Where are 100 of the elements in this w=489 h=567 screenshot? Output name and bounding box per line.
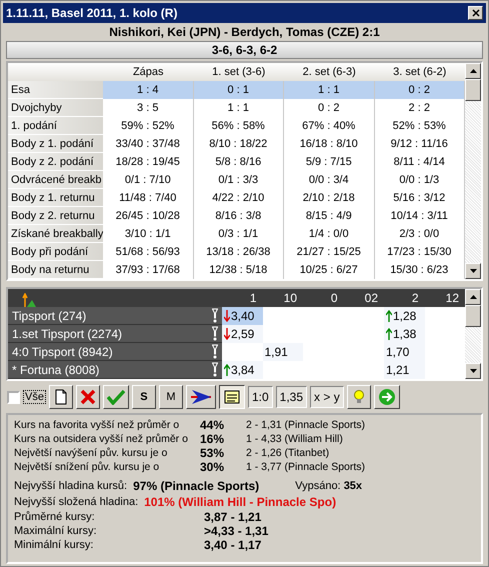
- odds-cell[interactable]: 1,91: [262, 343, 303, 361]
- odds-column-header[interactable]: 10: [262, 289, 303, 307]
- table-cell: 52% : 53%: [374, 117, 465, 135]
- row-label[interactable]: Dvojchyby: [8, 99, 103, 117]
- table-cell: 0/0 : 1/3: [374, 171, 465, 189]
- odds-column-header[interactable]: 2: [384, 289, 424, 307]
- scrollbar-thumb[interactable]: [465, 79, 481, 101]
- notepad-icon: [222, 389, 241, 405]
- odds-column-header[interactable]: 12: [424, 289, 465, 307]
- summary-detail: 1 - 4,33 (William Hill): [246, 433, 344, 445]
- odds-cell[interactable]: 1,38: [384, 325, 424, 343]
- toolbar-field[interactable]: 1:0: [248, 386, 273, 408]
- close-icon: [472, 9, 480, 17]
- summary-label: Největší snížení pův. kursu je o: [14, 461, 160, 473]
- down-arrow-icon: [224, 310, 230, 322]
- chart-arrow-icon[interactable]: [22, 293, 36, 307]
- bookmaker-name: Tipsport (274): [12, 308, 86, 322]
- scroll-up-button[interactable]: [465, 63, 481, 79]
- summary-detail: 1 - 3,77 (Pinnacle Sports): [246, 461, 366, 473]
- odds-column-header[interactable]: 0: [303, 289, 344, 307]
- scroll-down-button[interactable]: [465, 363, 481, 379]
- up-arrow-icon: [386, 328, 392, 340]
- row-label[interactable]: Odvrácené breakb: [8, 171, 103, 189]
- toolbar-field[interactable]: x > y: [310, 386, 344, 408]
- row-label[interactable]: 1. podání: [8, 117, 103, 135]
- row-label[interactable]: Body z 2. podání: [8, 153, 103, 171]
- table-cell: 0/3 : 1/1: [194, 225, 284, 243]
- odds-cell[interactable]: 3,40: [222, 307, 262, 325]
- score-header: 3-6, 6-3, 6-2: [6, 41, 483, 59]
- bookmaker-row[interactable]: Tipsport (274): [8, 307, 222, 325]
- column-header: 1. set (3-6): [194, 63, 284, 81]
- row-label[interactable]: Získané breakbally: [8, 225, 103, 243]
- table-cell: 0/1 : 3/3: [194, 171, 284, 189]
- summary-label: Kurs na outsidera vyšší než průměr o: [14, 433, 189, 445]
- filter-icon[interactable]: [212, 326, 218, 342]
- odds-cell[interactable]: 2,59: [222, 325, 262, 343]
- bookmaker-name: 4:0 Tipsport (8942): [12, 344, 113, 358]
- scrollbar-thumb[interactable]: [465, 305, 481, 327]
- odds-cell[interactable]: 3,84: [222, 361, 262, 379]
- table-cell: 13/18 : 26/38: [194, 243, 284, 261]
- delete-button[interactable]: [76, 385, 100, 409]
- document-icon: [54, 389, 68, 405]
- table-cell: 12/38 : 5/18: [194, 261, 284, 279]
- table-cell: 2/3 : 0/0: [374, 225, 465, 243]
- all-checkbox[interactable]: [7, 390, 20, 404]
- odds-cell[interactable]: 1,21: [384, 361, 424, 379]
- table-cell: 8/16 : 3/8: [194, 207, 284, 225]
- table-cell: 56% : 58%: [194, 117, 284, 135]
- table-cell: 5/8 : 8/16: [194, 153, 284, 171]
- m-button[interactable]: M: [158, 385, 183, 409]
- row-label[interactable]: Body z 2. returnu: [8, 207, 103, 225]
- scroll-up-icon: [470, 295, 476, 299]
- odds-cell[interactable]: 1,28: [384, 307, 424, 325]
- level-value: 97% (Pinnacle Sports): [133, 479, 260, 493]
- odds-column-header[interactable]: 1: [222, 289, 262, 307]
- level-value: 101% (William Hill - Pinnacle Spo): [144, 495, 336, 509]
- table-cell: 0 : 1: [194, 81, 284, 99]
- toolbar-field[interactable]: 1,35: [276, 386, 308, 408]
- scroll-up-icon: [470, 69, 476, 73]
- notes-button[interactable]: [218, 385, 245, 409]
- bookmaker-row[interactable]: 4:0 Tipsport (8942): [8, 343, 222, 361]
- row-label[interactable]: Body z 1. podání: [8, 135, 103, 153]
- table-cell: 10/14 : 3/11: [374, 207, 465, 225]
- bookmaker-row[interactable]: 1.set Tipsport (2274): [8, 325, 222, 343]
- checkmark-icon: [106, 389, 125, 405]
- scroll-down-icon: [470, 269, 476, 273]
- summary-value: 16%: [200, 432, 226, 446]
- confirm-button[interactable]: [102, 385, 129, 409]
- window-title: 1.11.11, Basel 2011, 1. kolo (R): [6, 6, 178, 20]
- filter-icon[interactable]: [212, 308, 218, 324]
- summary-value: 30%: [200, 460, 226, 474]
- bookmaker-name: * Fortuna (8008): [12, 362, 100, 376]
- row-label[interactable]: Body na returnu: [8, 261, 103, 279]
- scroll-down-button[interactable]: [465, 263, 481, 279]
- filter-icon[interactable]: [212, 344, 218, 360]
- summary-label: Kurs na favorita vyšší než průměr o: [14, 419, 180, 431]
- go-button[interactable]: [374, 385, 400, 409]
- close-button[interactable]: [468, 6, 483, 20]
- bookmaker-name: 1.set Tipsport (2274): [12, 326, 122, 340]
- scroll-up-button[interactable]: [465, 289, 481, 305]
- filter-icon[interactable]: [212, 362, 218, 378]
- odds-cell[interactable]: 1,70: [384, 343, 424, 361]
- row-label[interactable]: Body z 1. returnu: [8, 189, 103, 207]
- average-value: >4,33 - 1,31: [204, 524, 270, 538]
- odds-column-header[interactable]: 02: [344, 289, 384, 307]
- table-cell: 1 : 1: [284, 81, 374, 99]
- row-label[interactable]: Body při podání: [8, 243, 103, 261]
- table-cell: 1 : 1: [194, 99, 284, 117]
- row-label[interactable]: Esa: [8, 81, 103, 99]
- cross-icon: [80, 389, 96, 405]
- checkbox-label[interactable]: Vše: [23, 390, 46, 404]
- up-arrow-icon: [386, 310, 392, 322]
- column-header: Zápas: [103, 63, 194, 81]
- send-arrow-button[interactable]: [186, 385, 216, 409]
- bookmaker-row[interactable]: * Fortuna (8008): [8, 361, 222, 379]
- table-cell: 1 : 4: [103, 81, 194, 99]
- table-cell: 5/16 : 3/12: [374, 189, 465, 207]
- s-button[interactable]: S: [132, 385, 156, 409]
- lightbulb-button[interactable]: [346, 385, 371, 409]
- new-document-button[interactable]: [48, 385, 73, 409]
